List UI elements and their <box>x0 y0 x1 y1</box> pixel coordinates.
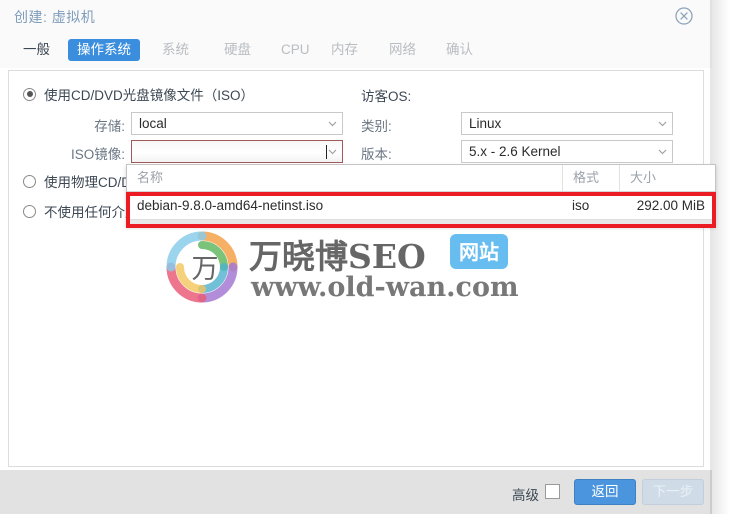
chevron-down-icon <box>327 146 338 157</box>
tab-memory[interactable]: 内存 <box>322 39 367 61</box>
chevron-down-icon <box>657 146 668 157</box>
next-button[interactable]: 下一步 <box>642 479 704 505</box>
iso-file-name: debian-9.8.0-amd64-netinst.iso <box>137 198 324 213</box>
dialog-footer: 高级 返回 下一步 <box>0 470 712 514</box>
create-vm-dialog: 创建: 虚拟机 一般 操作系统 系统 硬盘 CPU 内存 网络 确认 使用CD/… <box>0 0 716 514</box>
dialog-title: 创建: 虚拟机 <box>14 9 96 25</box>
column-header-size: 大小 <box>619 165 715 191</box>
horizontal-scrollbar[interactable] <box>127 219 715 225</box>
back-button[interactable]: 返回 <box>574 479 636 505</box>
iso-image-dropdown-list: 名称 格式 大小 debian-9.8.0-amd64-netinst.iso … <box>126 164 716 226</box>
tab-general[interactable]: 一般 <box>14 39 59 61</box>
category-select[interactable]: Linux <box>461 112 673 135</box>
radio-indicator-iso <box>23 87 36 101</box>
tab-os[interactable]: 操作系统 <box>68 39 140 61</box>
version-label: 版本: <box>361 147 392 162</box>
guest-os-heading: 访客OS: <box>361 89 412 104</box>
version-value: 5.x - 2.6 Kernel <box>469 144 561 159</box>
category-label: 类别: <box>361 119 392 134</box>
dialog-drop-shadow <box>710 0 730 514</box>
tab-confirm[interactable]: 确认 <box>437 39 482 61</box>
wizard-tabbar: 一般 操作系统 系统 硬盘 CPU 内存 网络 确认 <box>0 32 712 68</box>
radio-label-no-media: 不使用任何介质 <box>44 205 139 220</box>
close-icon[interactable] <box>674 6 694 26</box>
chevron-down-icon <box>327 118 338 129</box>
iso-image-label: ISO镜像: <box>70 147 125 162</box>
tab-network[interactable]: 网络 <box>380 39 425 61</box>
radio-label-iso: 使用CD/DVD光盘镜像文件（ISO） <box>44 88 255 103</box>
radio-indicator-physical <box>23 174 36 188</box>
radio-indicator-no-media <box>23 204 36 218</box>
category-value: Linux <box>469 116 502 131</box>
column-header-name: 名称 <box>137 170 164 185</box>
iso-image-select[interactable] <box>131 140 343 163</box>
dialog-titlebar: 创建: 虚拟机 <box>0 0 712 32</box>
os-settings-panel: 使用CD/DVD光盘镜像文件（ISO） 存储: local ISO镜像: 使用物… <box>8 70 704 467</box>
radio-no-media[interactable]: 不使用任何介质 <box>23 201 139 221</box>
tab-system[interactable]: 系统 <box>153 39 198 61</box>
storage-select[interactable]: local <box>131 112 343 135</box>
storage-value: local <box>139 116 167 131</box>
tab-harddisk[interactable]: 硬盘 <box>215 39 260 61</box>
chevron-down-icon <box>657 118 668 129</box>
version-select[interactable]: 5.x - 2.6 Kernel <box>461 140 673 163</box>
radio-use-iso[interactable]: 使用CD/DVD光盘镜像文件（ISO） <box>23 84 254 104</box>
tab-cpu[interactable]: CPU <box>272 39 319 61</box>
list-item[interactable]: debian-9.8.0-amd64-netinst.iso iso 292.0… <box>127 192 715 219</box>
iso-file-size: 292.00 MiB <box>636 198 705 213</box>
advanced-checkbox[interactable] <box>545 484 560 499</box>
storage-label: 存储: <box>94 119 125 134</box>
advanced-label: 高级 <box>512 488 539 503</box>
iso-file-format: iso <box>572 198 590 213</box>
dropdown-header-row: 名称 格式 大小 <box>127 165 715 192</box>
column-header-format: 格式 <box>562 165 619 191</box>
